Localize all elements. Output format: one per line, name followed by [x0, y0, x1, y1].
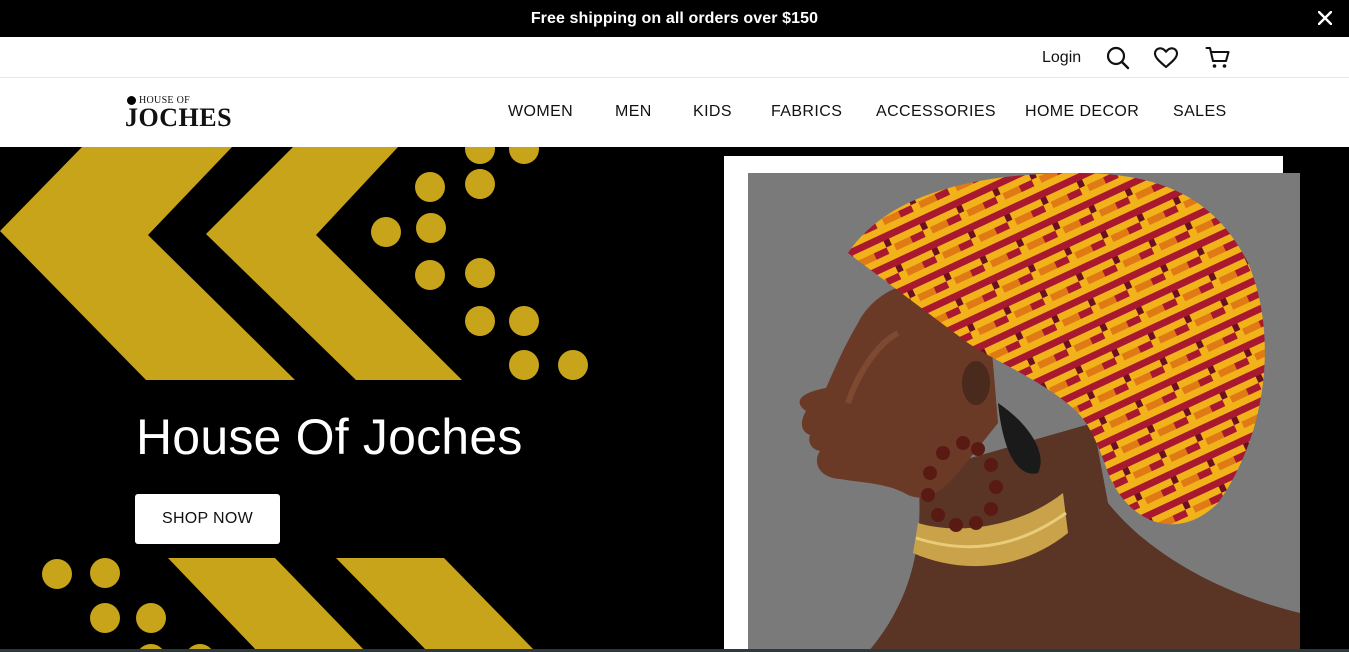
nav-item-accessories[interactable]: ACCESSORIES: [876, 103, 996, 121]
nav-item-men[interactable]: MEN: [615, 103, 652, 121]
model-illustration: [799, 173, 1300, 652]
announcement-bar: Free shipping on all orders over $150: [0, 0, 1349, 37]
stripe-shape: [336, 558, 536, 652]
nav-item-women[interactable]: WOMEN: [508, 103, 573, 121]
shop-now-button[interactable]: SHOP NOW: [135, 494, 280, 544]
heart-icon[interactable]: [1153, 45, 1179, 71]
announcement-text: Free shipping on all orders over $150: [530, 9, 819, 27]
login-link[interactable]: Login: [1042, 49, 1081, 67]
model-photo: [748, 173, 1300, 652]
nav-item-home-decor[interactable]: HOME DECOR: [1025, 103, 1139, 121]
nav-item-fabrics[interactable]: FABRICS: [771, 103, 842, 121]
hero-banner: House Of Joches SHOP NOW: [0, 147, 1349, 652]
nav-item-kids[interactable]: KIDS: [693, 103, 732, 121]
stripe-shape: [168, 558, 366, 652]
nav-item-sales[interactable]: SALES: [1173, 103, 1227, 121]
utility-bar: Login: [0, 37, 1349, 78]
cart-icon[interactable]: [1205, 45, 1231, 71]
hero-title: House Of Joches: [136, 409, 523, 465]
search-icon[interactable]: [1105, 45, 1131, 71]
logo-big-text: JOCHES: [125, 103, 233, 132]
logo[interactable]: HOUSE OF JOCHES: [124, 94, 236, 134]
close-icon[interactable]: [1313, 6, 1337, 30]
hero-pattern: [0, 147, 588, 652]
main-navigation: HOUSE OF JOCHES WOMEN MEN KIDS FABRICS A…: [0, 78, 1349, 147]
